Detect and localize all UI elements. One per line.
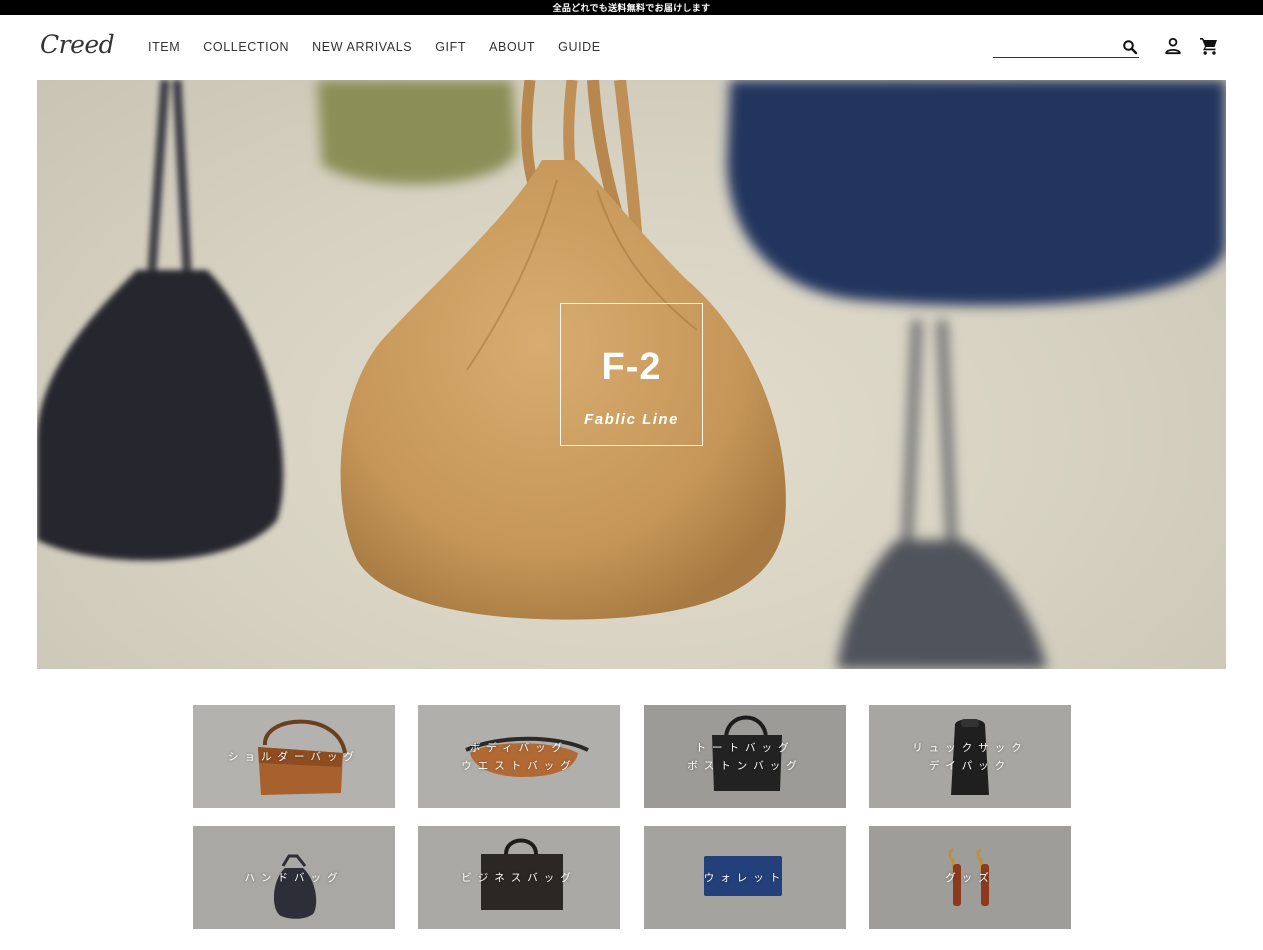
navy-bag [727,80,1226,306]
nav-item[interactable]: ABOUT [489,40,535,54]
category-label: ショルダーバッグ [228,750,360,763]
category-label: ボディバッグ ウエストバッグ [461,741,577,772]
category-label: リュックサック デイパック [912,741,1028,772]
category-tile[interactable]: ビジネスバッグ [418,826,620,929]
dark-bag-left [37,80,284,561]
hero-subtitle: Fablic Line [584,411,679,428]
account-icon[interactable] [1164,37,1182,55]
hero-banner[interactable]: F-2 Fablic Line [37,80,1226,669]
category-label: トートバッグ ボストンバッグ [687,741,803,772]
category-tile[interactable]: ボディバッグ ウエストバッグ [418,705,620,808]
search-box [993,37,1139,59]
olive-bag [317,80,517,185]
nav-item[interactable]: NEW ARRIVALS [312,40,412,54]
category-tile[interactable]: トートバッグ ボストンバッグ [644,705,846,808]
search-icon[interactable] [1122,39,1138,55]
category-tile[interactable]: ハンドバッグ [193,826,395,929]
nav-item[interactable]: GUIDE [558,40,601,54]
site-header: Creed ITEM COLLECTION NEW ARRIVALS GIFT … [0,15,1263,80]
nav-item[interactable]: COLLECTION [203,40,289,54]
category-label: ビジネスバッグ [461,871,577,884]
cart-icon[interactable] [1199,36,1219,56]
category-tile[interactable]: ウォレット [644,826,846,929]
brand-logo[interactable]: Creed [40,30,115,59]
category-tile[interactable]: リュックサック デイパック [869,705,1071,808]
promo-text: 全品どれでも送料無料でお届けします [552,4,711,14]
nav-item[interactable]: ITEM [148,40,180,54]
category-tile[interactable]: ショルダーバッグ [193,705,395,808]
hero-badge[interactable]: F-2 Fablic Line [560,303,703,446]
hero-title: F-2 [601,346,662,388]
grey-bag-right [837,319,1047,669]
promo-banner: 全品どれでも送料無料でお届けします [0,0,1263,15]
nav-item[interactable]: GIFT [435,40,466,54]
search-input[interactable] [993,39,1117,59]
category-label: ウォレット [703,871,787,884]
category-tile[interactable]: グッズ [869,826,1071,929]
category-label: グッズ [945,871,995,884]
main-nav: ITEM COLLECTION NEW ARRIVALS GIFT ABOUT … [148,40,624,54]
category-label: ハンドバッグ [244,871,344,884]
